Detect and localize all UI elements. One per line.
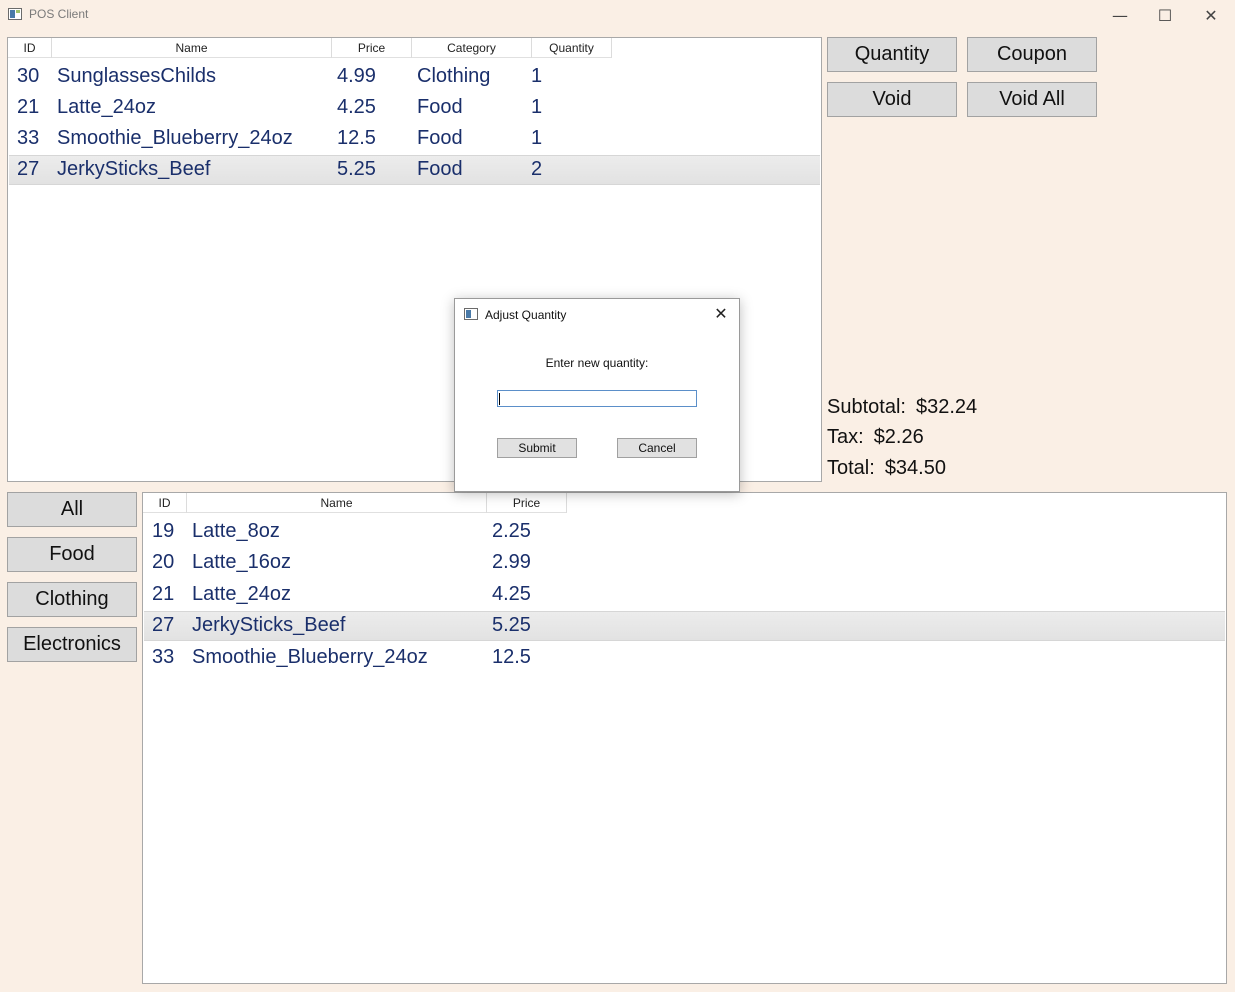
void-button[interactable]: Void — [827, 82, 957, 117]
cell-name: Latte_24oz — [57, 95, 156, 118]
tax-value: $2.26 — [873, 426, 924, 448]
column-header-quantity[interactable]: Quantity — [532, 38, 612, 58]
subtotal-line: Subtotal: $32.24 — [827, 396, 977, 419]
cell-price: 5.25 — [337, 158, 376, 181]
cell-price: 4.25 — [337, 95, 376, 118]
cell-quantity: 1 — [531, 64, 543, 87]
dialog-close-button[interactable]: ✕ — [709, 303, 733, 325]
title-bar: POS Client — ☐ ✕ — [0, 0, 1235, 30]
column-header-price[interactable]: Price — [487, 493, 567, 513]
quantity-input[interactable] — [497, 390, 697, 407]
minimize-button[interactable]: — — [1097, 0, 1143, 30]
total-value: $34.50 — [884, 457, 946, 479]
quantity-button[interactable]: Quantity — [827, 37, 957, 72]
text-caret — [499, 393, 500, 405]
cell-id: 30 — [17, 64, 40, 87]
submit-button[interactable]: Submit — [497, 438, 577, 458]
cell-name: Latte_8oz — [192, 519, 280, 542]
cell-id: 21 — [17, 95, 40, 118]
column-header-name[interactable]: Name — [52, 38, 332, 58]
cart-row[interactable]: 27 JerkySticks_Beef 5.25 Food 2 — [9, 154, 820, 185]
cell-id: 27 — [152, 614, 175, 636]
cell-name: JerkySticks_Beef — [57, 158, 211, 181]
cell-name: Latte_24oz — [192, 582, 291, 605]
column-header-price[interactable]: Price — [332, 38, 412, 58]
column-header-category[interactable]: Category — [412, 38, 532, 58]
window-title: POS Client — [29, 7, 89, 21]
subtotal-label: Subtotal: — [827, 396, 906, 418]
close-button[interactable]: ✕ — [1188, 0, 1234, 30]
cart-grid-header: ID Name Price Category Quantity — [8, 38, 612, 58]
cell-price: 12.5 — [337, 127, 376, 150]
total-line: Total: $34.50 — [827, 457, 946, 480]
cell-name: Latte_16oz — [192, 551, 291, 573]
coupon-button[interactable]: Coupon — [967, 37, 1097, 72]
category-all-button[interactable]: All — [7, 492, 137, 527]
quantity-prompt: Enter new quantity: — [545, 356, 649, 370]
tax-label: Tax: — [827, 426, 864, 448]
category-electronics-button[interactable]: Electronics — [7, 627, 137, 662]
cell-price: 12.5 — [492, 645, 531, 668]
cell-name: Smoothie_Blueberry_24oz — [57, 127, 293, 150]
cell-id: 20 — [152, 551, 175, 573]
cell-price: 2.25 — [492, 519, 531, 542]
cell-id: 33 — [17, 127, 40, 150]
cell-id: 27 — [17, 158, 40, 181]
cart-row[interactable]: 21 Latte_24oz 4.25 Food 1 — [9, 92, 820, 122]
tax-line: Tax: $2.26 — [827, 426, 924, 449]
product-row[interactable]: 19 Latte_8oz 2.25 — [144, 516, 1225, 546]
maximize-button[interactable]: ☐ — [1142, 0, 1188, 30]
cancel-button[interactable]: Cancel — [617, 438, 697, 458]
void-all-button[interactable]: Void All — [967, 82, 1097, 117]
cell-price: 5.25 — [492, 614, 531, 636]
subtotal-value: $32.24 — [915, 396, 978, 418]
app-icon — [464, 308, 478, 320]
cart-row[interactable]: 33 Smoothie_Blueberry_24oz 12.5 Food 1 — [9, 124, 820, 154]
app-icon — [8, 8, 22, 20]
product-row[interactable]: 33 Smoothie_Blueberry_24oz 12.5 — [144, 642, 1225, 672]
dialog-title: Adjust Quantity — [485, 308, 567, 322]
product-grid[interactable]: ID Name Price 19 Latte_8oz 2.25 20 Latte_16o… — [142, 492, 1227, 984]
cart-row[interactable]: 30 SunglassesChilds 4.99 Clothing 1 — [9, 61, 820, 91]
cell-name: Smoothie_Blueberry_24oz — [192, 645, 428, 668]
cell-quantity: 1 — [531, 95, 543, 118]
cell-quantity: 1 — [531, 127, 543, 150]
cell-quantity: 2 — [531, 158, 543, 181]
total-label: Total: — [827, 457, 875, 479]
cell-price: 4.25 — [492, 582, 531, 605]
product-row[interactable]: 21 Latte_24oz 4.25 — [144, 579, 1225, 609]
product-row[interactable]: 27 JerkySticks_Beef 5.25 — [144, 610, 1225, 641]
adjust-quantity-dialog: Adjust Quantity ✕ Enter new quantity: Su… — [454, 298, 740, 492]
column-header-id[interactable]: ID — [8, 38, 52, 58]
cell-id: 21 — [152, 582, 175, 605]
category-food-button[interactable]: Food — [7, 537, 137, 572]
column-header-name[interactable]: Name — [187, 493, 487, 513]
cell-id: 19 — [152, 519, 175, 542]
cell-price: 4.99 — [337, 64, 376, 87]
cell-id: 33 — [152, 645, 175, 668]
cell-category: Food — [417, 158, 463, 181]
column-header-id[interactable]: ID — [143, 493, 187, 513]
cell-price: 2.99 — [492, 551, 531, 573]
product-row[interactable]: 20 Latte_16oz 2.99 — [144, 548, 1225, 578]
cell-name: SunglassesChilds — [57, 64, 216, 87]
category-clothing-button[interactable]: Clothing — [7, 582, 137, 617]
cell-category: Food — [417, 95, 463, 118]
cell-category: Clothing — [417, 64, 491, 87]
product-grid-header: ID Name Price — [143, 493, 567, 513]
cell-category: Food — [417, 127, 463, 150]
cell-name: JerkySticks_Beef — [192, 614, 346, 636]
